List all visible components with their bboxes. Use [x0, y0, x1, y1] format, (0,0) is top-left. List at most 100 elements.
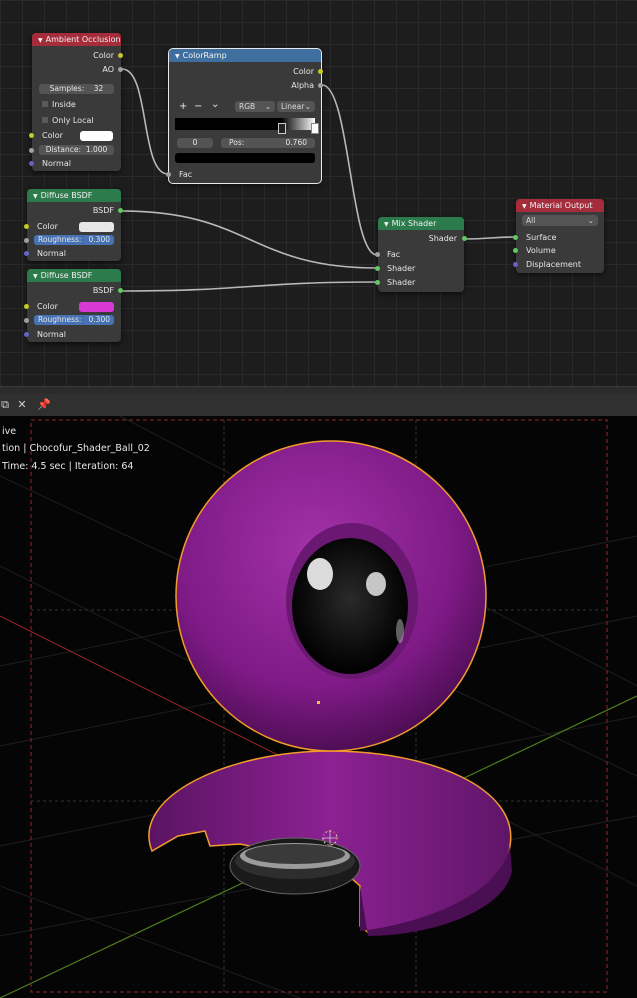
roughness-label: Roughness:: [38, 235, 82, 244]
shader-ball-sphere: [175, 440, 487, 752]
distance-value: 1.000: [85, 145, 108, 154]
color-swatch[interactable]: [79, 222, 114, 232]
volume-label: Volume: [526, 246, 556, 255]
output-ao-socket[interactable]: [118, 67, 123, 72]
node-header[interactable]: ▼ Diffuse BSDF: [27, 189, 121, 202]
distance-field[interactable]: Distance: 1.000: [39, 145, 114, 155]
output-ao-label: AO: [102, 65, 114, 74]
node-header[interactable]: ▼ ColorRamp: [169, 49, 321, 62]
viewport-info-line-2: tion | Chocofur_Shader_Ball_02: [2, 443, 150, 454]
node-title: Material Output: [529, 201, 593, 210]
surface-label: Surface: [526, 233, 557, 242]
stop-color-swatch[interactable]: [175, 153, 315, 163]
diffuse-bsdf-node-2[interactable]: ▼ Diffuse BSDF BSDF Color Roughness: 0.300…: [24, 269, 123, 342]
input-normal-socket[interactable]: [24, 332, 29, 337]
node-header[interactable]: ▼ Ambient Occlusion: [32, 33, 121, 46]
position-field[interactable]: Pos: 0.760: [221, 138, 315, 148]
only-local-label: Only Local: [52, 116, 94, 125]
samples-field[interactable]: Samples: 32: [39, 84, 114, 94]
input-distance-socket[interactable]: [29, 148, 34, 153]
output-shader-socket[interactable]: [462, 236, 467, 241]
displacement-label: Displacement: [526, 260, 581, 269]
output-alpha-socket[interactable]: [318, 83, 323, 88]
3d-viewport[interactable]: ive tion | Chocofur_Shader_Ball_02 Time:…: [0, 416, 637, 998]
target-value: All: [526, 216, 536, 225]
node-title: Ambient Occlusion: [45, 35, 121, 44]
add-stop-button[interactable]: +: [179, 101, 187, 112]
input-fac-socket[interactable]: [375, 252, 380, 257]
normal-label: Normal: [42, 159, 71, 168]
input-displacement-socket[interactable]: [513, 262, 518, 267]
input-roughness-socket[interactable]: [24, 318, 29, 323]
input-normal-socket[interactable]: [29, 161, 34, 166]
input-color-socket[interactable]: [24, 304, 29, 309]
input-volume-socket[interactable]: [513, 248, 518, 253]
only-local-checkbox[interactable]: [42, 117, 48, 123]
shader1-label: Shader: [387, 264, 416, 273]
roughness-value: 0.300: [88, 235, 110, 244]
input-roughness-socket[interactable]: [24, 238, 29, 243]
ramp-stop-black[interactable]: [278, 123, 286, 134]
material-output-node[interactable]: ▼ Material Output All ⌄ Surface Volume Dis…: [513, 199, 604, 273]
output-color-socket[interactable]: [118, 53, 123, 58]
shader2-label: Shader: [387, 278, 416, 287]
input-shader2-socket[interactable]: [375, 280, 380, 285]
input-fac-socket[interactable]: [166, 172, 171, 177]
diffuse-bsdf-node-1[interactable]: ▼ Diffuse BSDF BSDF Color Roughness: 0.300…: [24, 189, 123, 261]
collapse-triangle-icon[interactable]: ▼: [522, 203, 527, 210]
remove-stop-button[interactable]: −: [194, 101, 202, 112]
node-editor[interactable]: ▼ Ambient Occlusion Color AO Samples: 32 …: [0, 0, 637, 386]
object-origin: [317, 701, 320, 704]
mix-shader-node[interactable]: ▼ Mix Shader Shader Fac Shader Shader: [375, 217, 467, 292]
output-bsdf-socket[interactable]: [118, 208, 123, 213]
color-swatch[interactable]: [79, 302, 114, 312]
node-header[interactable]: ▼ Material Output: [516, 199, 604, 212]
input-normal-socket[interactable]: [24, 251, 29, 256]
node-header[interactable]: ▼ Diffuse BSDF: [27, 269, 121, 282]
link-diffuse2-to-shader2: [121, 281, 378, 292]
input-shader1-socket[interactable]: [375, 266, 380, 271]
collapse-triangle-icon[interactable]: ▼: [33, 273, 38, 280]
node-header[interactable]: ▼ Mix Shader: [378, 217, 464, 230]
collapse-triangle-icon[interactable]: ▼: [38, 37, 43, 44]
output-color-socket[interactable]: [318, 69, 323, 74]
normal-label: Normal: [37, 330, 66, 339]
link-alpha-to-mixfac: [321, 84, 378, 256]
color-label: Color: [37, 302, 58, 311]
input-surface-socket[interactable]: [513, 235, 518, 240]
inside-checkbox[interactable]: [42, 101, 48, 107]
output-color-label: Color: [293, 67, 314, 76]
shader-ball-base: [148, 750, 512, 936]
copy-icon[interactable]: ⧉: [0, 398, 12, 412]
node-title: Mix Shader: [391, 219, 437, 228]
input-color-socket[interactable]: [24, 224, 29, 229]
collapse-triangle-icon[interactable]: ▼: [175, 53, 180, 60]
pin-icon[interactable]: 📌: [37, 398, 51, 412]
viewport-info-line-3: Time: 4.5 sec | Iteration: 64: [2, 461, 134, 472]
color-swatch[interactable]: [80, 131, 113, 141]
ramp-stop-white[interactable]: [311, 123, 319, 134]
stop-index-field[interactable]: 0: [177, 138, 213, 148]
roughness-field[interactable]: Roughness: 0.300: [34, 235, 114, 245]
color-mode-select[interactable]: RGB ⌄: [235, 101, 275, 112]
collapse-triangle-icon[interactable]: ▼: [33, 193, 38, 200]
close-icon[interactable]: ✕: [15, 398, 29, 412]
link-ao-to-fac: [121, 68, 169, 175]
samples-label: Samples:: [49, 84, 85, 93]
roughness-field[interactable]: Roughness: 0.300: [34, 315, 114, 325]
roughness-value: 0.300: [88, 315, 110, 324]
ramp-gradient[interactable]: [175, 118, 315, 130]
collapse-triangle-icon[interactable]: ▼: [384, 221, 389, 228]
output-bsdf-label: BSDF: [92, 286, 114, 295]
area-divider[interactable]: [0, 386, 637, 394]
color-label: Color: [42, 131, 63, 140]
ramp-menu-chevron-icon[interactable]: ⌄: [211, 99, 219, 110]
output-bsdf-socket[interactable]: [118, 288, 123, 293]
link-diffuse1-to-shader1: [121, 210, 378, 269]
interpolation-select[interactable]: Linear ⌄: [277, 101, 315, 112]
target-select[interactable]: All ⌄: [522, 215, 598, 226]
color-ramp-node[interactable]: ▼ ColorRamp Color Alpha + − ⌄ RGB ⌄ Linea…: [166, 48, 323, 184]
input-color-socket[interactable]: [29, 133, 34, 138]
fac-label: Fac: [179, 170, 193, 179]
ambient-occlusion-node[interactable]: ▼ Ambient Occlusion Color AO Samples: 32 …: [29, 33, 123, 171]
